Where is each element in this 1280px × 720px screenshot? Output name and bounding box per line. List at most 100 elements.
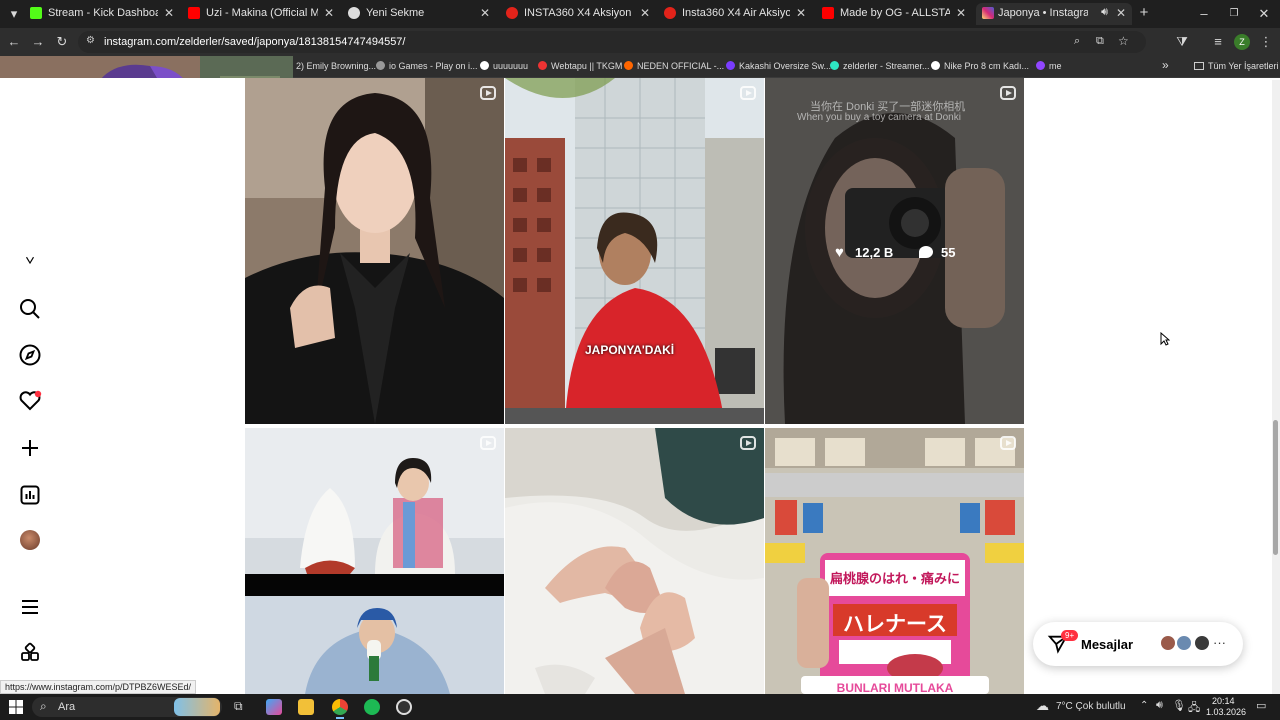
reload-icon[interactable]: ↻ (54, 34, 70, 50)
close-tab-icon[interactable]: ✕ (324, 6, 334, 20)
post-thumbnail[interactable] (245, 428, 504, 694)
forward-arrow-icon[interactable]: → (30, 34, 46, 50)
weather-icon[interactable]: ☁ (1036, 698, 1049, 714)
tab-youtube-allstar[interactable]: Made by OG - ALLSTAR - YouTu ✕ (822, 3, 972, 25)
taskbar-search-box[interactable]: ⌕ Ara (32, 697, 222, 717)
obs-icon[interactable] (396, 699, 412, 715)
chrome-icon[interactable] (332, 699, 348, 715)
close-tab-icon[interactable]: ✕ (796, 6, 806, 20)
tab-insta360-1[interactable]: INSTA360 X4 Aksiyon Kamerası ✕ (506, 3, 656, 25)
instagram-logo-icon[interactable] (18, 256, 42, 270)
tab-new[interactable]: Yeni Sekme ✕ (348, 3, 496, 25)
new-tab-button[interactable]: + (1136, 5, 1152, 21)
all-bookmarks-folder[interactable]: Tüm Yer İşaretleri (1194, 61, 1279, 71)
windows-start-icon[interactable] (8, 699, 24, 715)
site-info-icon[interactable]: ⚙ (86, 35, 95, 46)
notifications-icon[interactable] (18, 389, 42, 413)
microphone-icon[interactable]: 🎙︎ (1172, 699, 1186, 712)
more-icon: ··· (1213, 635, 1226, 650)
page-scrollbar[interactable] (1272, 80, 1280, 694)
folder-icon (1194, 62, 1204, 70)
post-image (505, 428, 764, 694)
chrome-menu-icon[interactable]: ⋮ (1258, 34, 1274, 50)
profile-avatar[interactable] (20, 530, 40, 550)
youtube-favicon-icon (822, 7, 834, 19)
tab-kick[interactable]: Stream - Kick Dashboard ✕ (30, 3, 180, 25)
product-label-jp: 扁桃腺のはれ・痛みに (829, 571, 960, 586)
tray-overflow-icon[interactable]: ⌃ (1140, 700, 1148, 711)
clock-date[interactable]: 1.03.2026 (1206, 707, 1246, 717)
network-icon[interactable]: 🖧︎ (1188, 699, 1200, 718)
tab-youtube-uzi[interactable]: Uzi - Makina (Official Music Vid ✕ (188, 3, 340, 25)
more-menu-icon[interactable] (18, 595, 42, 619)
tab-search-icon[interactable]: ▾ (6, 6, 22, 22)
tab-title: Yeni Sekme (366, 7, 425, 19)
meta-apps-icon[interactable] (18, 641, 42, 665)
contact-avatar (1175, 634, 1193, 652)
close-tab-icon[interactable]: ✕ (956, 6, 966, 20)
bookmark-item[interactable]: NEDEN OFFICIAL -... (624, 61, 724, 71)
zoom-icon[interactable]: ⌕ (1074, 35, 1080, 48)
likes-count: 12,2 B (855, 245, 894, 260)
instagram-favicon-icon (982, 7, 994, 19)
post-thumbnail[interactable]: JAPONYA'DAKİ (505, 78, 764, 424)
bookmark-star-icon[interactable]: ☆ (1118, 34, 1129, 48)
close-tab-icon[interactable]: ✕ (164, 6, 174, 20)
bookmark-favicon-icon (538, 61, 547, 70)
tab-instagram-active[interactable]: Japonya • Instagram 🔊︎ ✕ (976, 3, 1132, 25)
bookmark-item[interactable]: Webtapu || TKGM (538, 61, 622, 71)
tab-title: INSTA360 X4 Aksiyon Kamerası (524, 7, 634, 19)
reel-icon (480, 436, 496, 450)
explore-icon[interactable] (18, 343, 42, 367)
close-window-button[interactable]: ✕ (1256, 6, 1272, 22)
tab-insta360-2[interactable]: Insta360 X4 Air Aksiyon Kamera ✕ (664, 3, 812, 25)
clock-time[interactable]: 20:14 (1212, 696, 1235, 706)
reel-icon (1000, 436, 1016, 450)
browser-toolbar: ← → ↻ ⚙ instagram.com/zelderler/saved/ja… (0, 28, 1280, 56)
search-icon[interactable] (18, 297, 42, 321)
minimize-button[interactable]: – (1196, 6, 1212, 22)
install-app-icon[interactable]: ⧉ (1096, 35, 1104, 48)
search-icon: ⌕ (40, 699, 47, 713)
copilot-icon[interactable] (266, 699, 282, 715)
bookmark-item[interactable]: uuuuuuu (480, 61, 528, 71)
close-tab-icon[interactable]: ✕ (1116, 6, 1126, 20)
notifications-center-icon[interactable]: ▭ (1256, 699, 1266, 712)
bookmark-item[interactable]: 2) Emily Browning... (296, 61, 376, 71)
post-thumbnail-hovered[interactable]: 当你在 Donki 买了一部迷你相机 When you buy a toy ca… (765, 78, 1024, 424)
speaker-icon[interactable]: 🔊︎ (1101, 6, 1108, 19)
weather-text[interactable]: 7°C Çok bulutlu (1056, 701, 1126, 712)
back-arrow-icon[interactable]: ← (6, 34, 22, 50)
spotify-icon[interactable] (364, 699, 380, 715)
profile-avatar-button[interactable]: Z (1234, 34, 1250, 50)
url-text[interactable]: instagram.com/zelderler/saved/japonya/18… (104, 36, 406, 48)
bookmark-item[interactable]: zelderler - Streamer... (830, 61, 930, 71)
browser-tab-bar: ▾ Stream - Kick Dashboard ✕ Uzi - Makina… (0, 0, 1280, 28)
dashboard-icon[interactable] (18, 483, 42, 507)
create-icon[interactable] (18, 436, 42, 460)
heart-icon: ♥ (835, 244, 844, 261)
file-explorer-icon[interactable] (298, 699, 314, 715)
media-control-icon[interactable]: ≡ (1210, 34, 1226, 50)
comment-icon (919, 246, 933, 258)
reel-icon (740, 436, 756, 450)
reel-icon (740, 86, 756, 100)
messages-button[interactable]: 9+ Mesajlar ··· (1033, 622, 1243, 666)
address-bar[interactable]: ⚙ instagram.com/zelderler/saved/japonya/… (78, 31, 1146, 53)
extensions-icon[interactable]: ⧩ (1174, 34, 1190, 50)
post-thumbnail[interactable] (245, 78, 504, 424)
post-thumbnail[interactable] (505, 428, 764, 694)
bookmark-item[interactable]: io Games - Play on i... (376, 61, 478, 71)
mouse-cursor-icon (1160, 332, 1170, 346)
more-bookmarks-button[interactable]: » (1162, 58, 1169, 72)
close-tab-icon[interactable]: ✕ (640, 6, 650, 20)
restore-button[interactable]: ❐ (1226, 6, 1242, 22)
bookmark-item[interactable]: Kakashi Oversize Sw... (726, 61, 831, 71)
task-view-icon[interactable]: ⧉ (234, 699, 243, 714)
bookmark-item[interactable]: Nike Pro 8 cm Kadı... (931, 61, 1029, 71)
volume-icon[interactable]: 🔊︎ (1156, 699, 1163, 712)
scrollbar-thumb[interactable] (1273, 420, 1278, 555)
close-tab-icon[interactable]: ✕ (480, 6, 490, 20)
bookmark-item[interactable]: me (1036, 61, 1062, 71)
post-thumbnail[interactable]: 扁桃腺のはれ・痛みに ハレナース BUNLARI MUTLAKA (765, 428, 1024, 694)
